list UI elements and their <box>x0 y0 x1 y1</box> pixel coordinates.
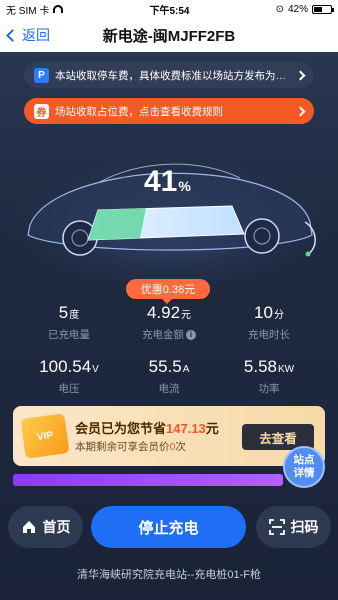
energy-unit: 度 <box>69 310 80 321</box>
current-label: 电流 <box>158 383 180 395</box>
battery-percent: 42% <box>287 3 308 15</box>
rear-wheel <box>244 218 280 254</box>
duration-label: 充电时长 <box>248 329 290 341</box>
charge-percent: 41% <box>144 165 191 199</box>
promo-banner[interactable] <box>13 474 283 486</box>
charge-percent-value: 41 <box>144 165 178 198</box>
member-title-prefix: 会员已为您节省 <box>75 421 167 436</box>
power-value: 5.58 <box>243 357 277 376</box>
status-bar: 无 SIM 卡 下午5:54 ⊙ 42% <box>0 0 338 18</box>
status-right: ⊙ 42% <box>275 3 334 15</box>
parking-icon: P <box>34 67 49 83</box>
chevron-right-icon <box>295 106 306 116</box>
carrier-text: 无 SIM 卡 <box>6 5 50 17</box>
status-left: 无 SIM 卡 <box>6 2 64 17</box>
scan-label: 扫码 <box>290 519 319 535</box>
battery-fill <box>313 6 322 12</box>
member-sub-suffix: 次 <box>175 441 186 453</box>
occupancy-fee-notice[interactable]: 券 场站收取占位费，点击查看收费规则 <box>24 98 314 124</box>
power-unit: KW <box>277 364 295 375</box>
wifi-icon <box>53 5 64 13</box>
amount-value: 4.92 <box>146 303 181 322</box>
parking-fee-notice[interactable]: P 本站收取停车费，具体收费标准以场站方发布为准... <box>24 62 314 88</box>
energy-label: 已充电量 <box>48 329 90 341</box>
stat-duration: 10分 充电时长 <box>213 303 325 342</box>
car-illustration <box>4 150 334 290</box>
page-title: 新电途-闽MJFF2FB <box>102 27 236 45</box>
current-value: 55.5 <box>148 357 182 376</box>
home-icon <box>22 521 35 533</box>
parking-fee-text: 本站收取停车费，具体收费标准以场站方发布为准... <box>55 69 291 82</box>
stop-charging-button[interactable]: 停止充电 <box>91 506 246 548</box>
charging-plug <box>305 251 311 257</box>
ticket-icon: 券 <box>34 103 49 119</box>
power-label: 功率 <box>258 383 280 395</box>
location-icon: ⊙ <box>275 3 284 15</box>
fab-line2: 详情 <box>293 467 315 479</box>
scan-button[interactable]: 扫码 <box>256 506 331 548</box>
fab-line1: 站点 <box>293 454 315 466</box>
member-title: 会员已为您节省147.13元 <box>75 418 219 437</box>
current-unit: A <box>182 364 190 375</box>
voltage-unit: V <box>92 364 99 375</box>
stat-current: 55.5A 电流 <box>113 357 225 396</box>
amount-unit: 元 <box>181 310 192 321</box>
duration-unit: 分 <box>273 310 284 321</box>
member-card[interactable]: VIP 会员已为您节省147.13元 本期剩余可享会员价0次 去查看 <box>13 406 325 466</box>
amount-label-row: 充电金额 i <box>113 327 225 342</box>
stat-amount: 4.92元 充电金额 i <box>113 303 225 342</box>
discount-tag: 优惠0.38元 <box>126 279 210 304</box>
station-details-button[interactable]: 站点 详情 <box>283 446 325 488</box>
scan-icon <box>268 519 285 535</box>
member-saved-amount: 147.13 <box>166 421 206 436</box>
occupancy-fee-text: 场站收取占位费，点击查看收费规则 <box>55 105 223 118</box>
status-time: 下午5:54 <box>149 5 190 17</box>
back-label: 返回 <box>22 27 50 43</box>
chevron-right-icon <box>295 70 306 80</box>
battery-icon <box>311 4 334 14</box>
stat-energy: 5度 已充电量 <box>13 303 125 342</box>
member-sub-prefix: 本期剩余可享会员价 <box>75 441 170 453</box>
duration-value: 10 <box>254 303 273 322</box>
member-title-suffix: 元 <box>205 421 219 436</box>
amount-label: 充电金额 <box>142 329 184 341</box>
voltage-label: 电压 <box>58 383 80 395</box>
info-icon[interactable]: i <box>186 329 196 340</box>
vip-badge-icon: VIP <box>20 413 70 459</box>
charge-percent-sign: % <box>178 178 191 194</box>
back-button[interactable]: 返回 <box>6 25 50 45</box>
station-footer: 清华海峡研究院充电站--充电桩01-F枪 <box>77 569 261 581</box>
stat-voltage: 100.54V 电压 <box>13 357 125 396</box>
voltage-value: 100.54 <box>39 357 92 376</box>
home-button[interactable]: 首页 <box>8 506 83 548</box>
stat-power: 5.58KW 功率 <box>213 357 325 396</box>
home-label: 首页 <box>42 519 71 535</box>
energy-value: 5 <box>58 303 69 322</box>
chevron-left-icon <box>6 28 19 42</box>
nav-bar: 返回 新电途-闽MJFF2FB <box>0 18 338 52</box>
member-subtitle: 本期剩余可享会员价0次 <box>75 439 186 454</box>
